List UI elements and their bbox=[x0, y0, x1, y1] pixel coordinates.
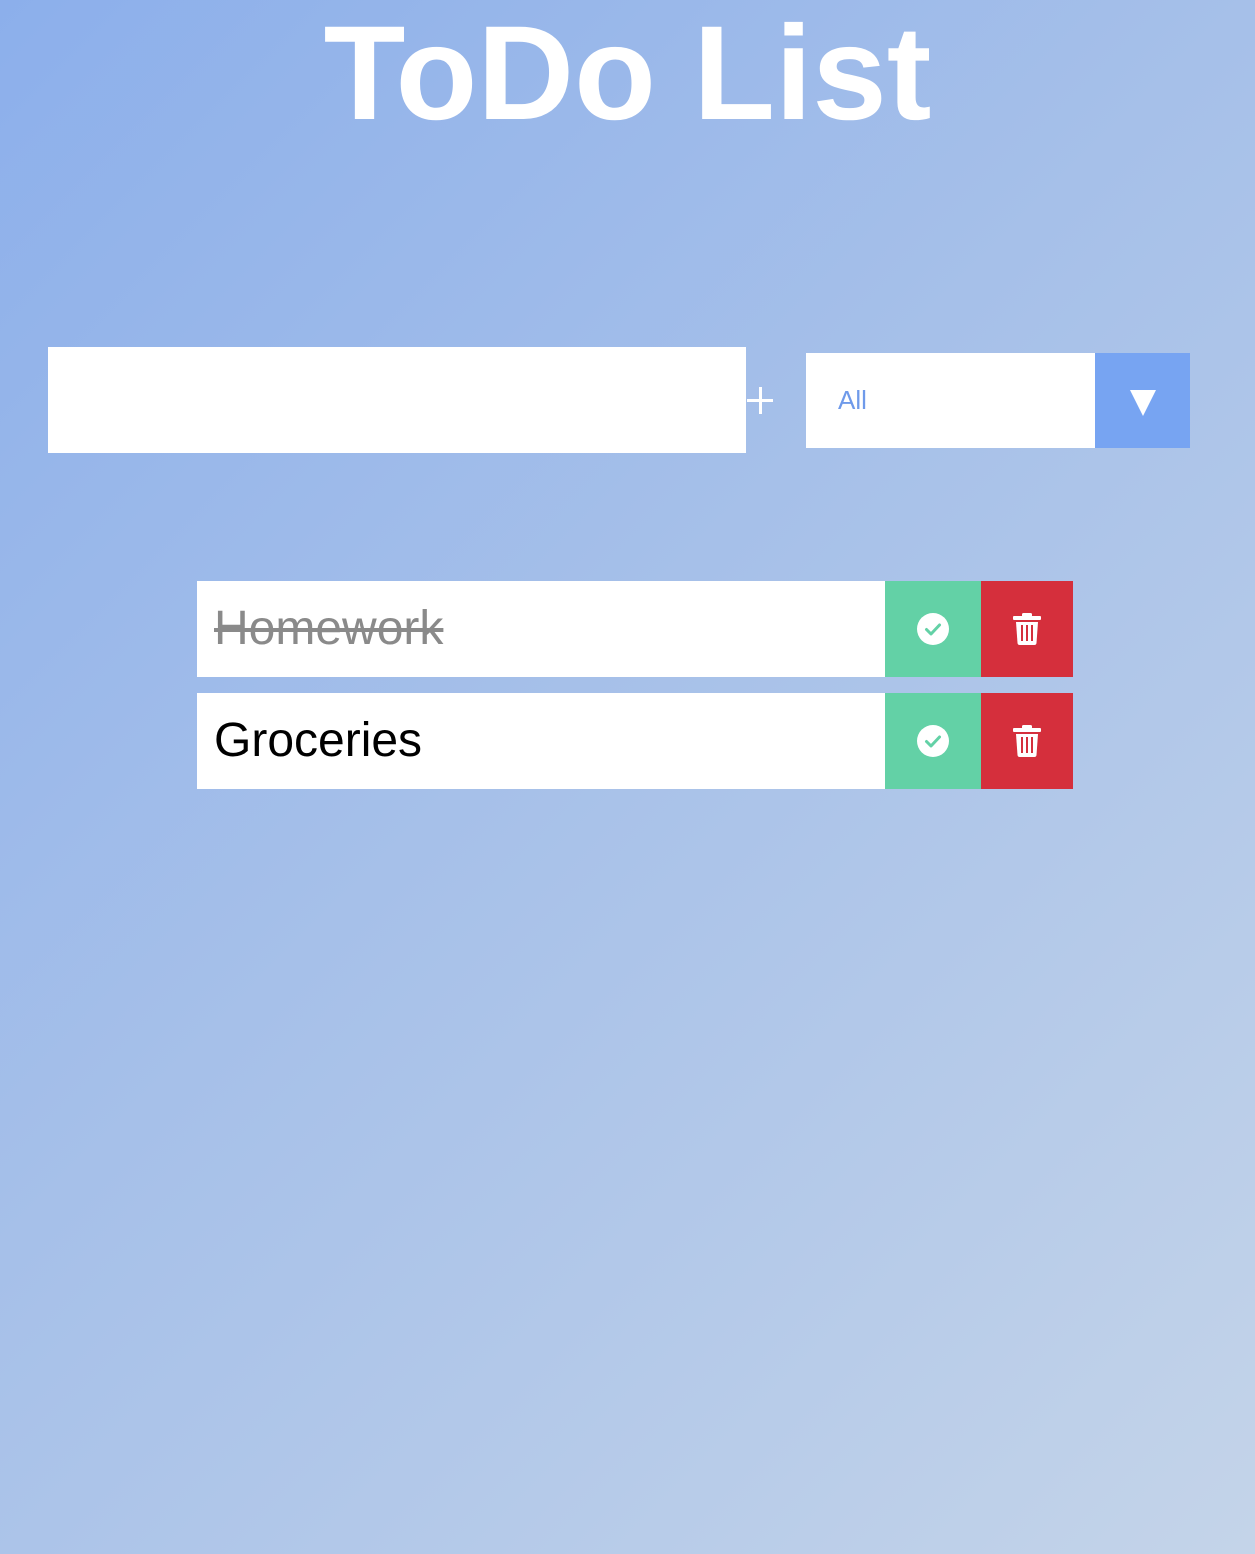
filter-select[interactable]: All bbox=[806, 353, 1190, 448]
todo-list: Homework Groceries bbox=[197, 581, 1073, 805]
trash-icon bbox=[1013, 613, 1041, 645]
complete-button[interactable] bbox=[885, 581, 981, 677]
check-circle-icon bbox=[917, 725, 949, 757]
todo-item-text: Homework bbox=[214, 602, 444, 655]
caret-down-icon bbox=[1130, 390, 1156, 416]
check-circle-icon bbox=[917, 613, 949, 645]
delete-button[interactable] bbox=[981, 581, 1073, 677]
filter-selected-value: All bbox=[838, 385, 867, 415]
complete-button[interactable] bbox=[885, 693, 981, 789]
todo-item-text: Groceries bbox=[214, 714, 423, 767]
todo-input[interactable] bbox=[48, 347, 746, 453]
todo-item: Groceries bbox=[197, 693, 1073, 789]
add-todo-button[interactable] bbox=[746, 362, 774, 438]
page-title: ToDo List bbox=[323, 0, 932, 148]
todo-item: Homework bbox=[197, 581, 1073, 677]
trash-icon bbox=[1013, 725, 1041, 757]
filter-dropdown-toggle[interactable] bbox=[1095, 353, 1190, 448]
delete-button[interactable] bbox=[981, 693, 1073, 789]
